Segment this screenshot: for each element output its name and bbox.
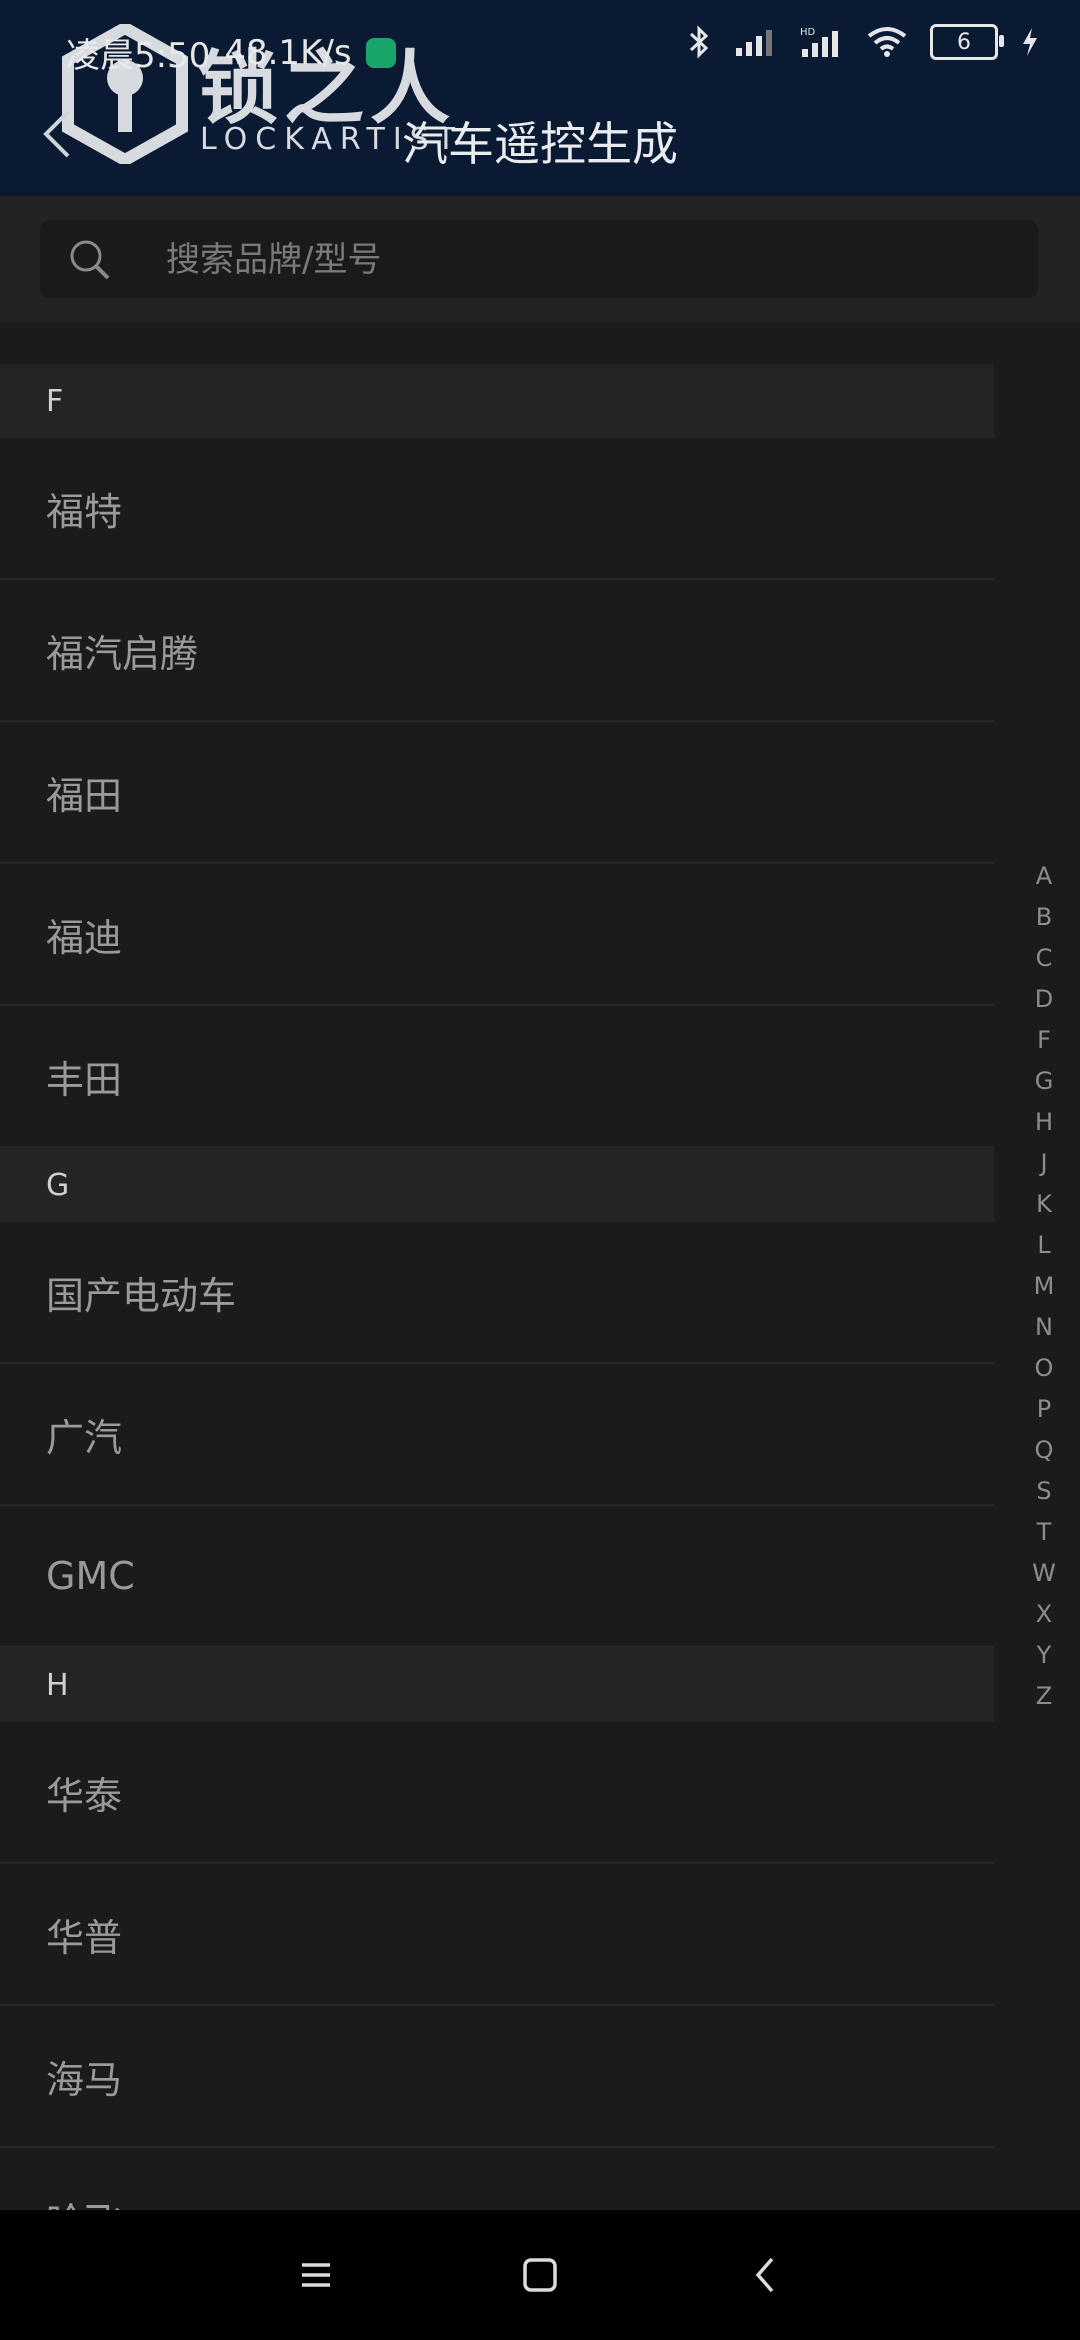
list-item[interactable]: 广汽 [0, 1364, 994, 1506]
index-letter[interactable]: H [1024, 1102, 1064, 1143]
index-letter[interactable]: D [1024, 979, 1064, 1020]
index-letter[interactable]: X [1024, 1594, 1064, 1635]
menu-icon[interactable] [286, 2245, 346, 2305]
index-letter[interactable]: Q [1024, 1430, 1064, 1471]
list-item[interactable]: 国产电动车 [0, 1222, 994, 1364]
list-item[interactable]: 丰田 [0, 1006, 994, 1148]
index-letter[interactable]: F [1024, 1020, 1064, 1061]
list-item[interactable]: 哈飞 [0, 2148, 994, 2211]
index-letter[interactable]: Z [1024, 1676, 1064, 1717]
list-item[interactable]: 华普 [0, 1864, 994, 2006]
index-letter[interactable]: S [1024, 1471, 1064, 1512]
index-letter[interactable]: T [1024, 1512, 1064, 1553]
search-icon [70, 240, 110, 280]
index-letter[interactable]: L [1024, 1225, 1064, 1266]
section-header-f: F [0, 364, 994, 438]
home-icon[interactable] [510, 2245, 570, 2305]
index-letter[interactable]: B [1024, 897, 1064, 938]
index-letter[interactable]: C [1024, 938, 1064, 979]
index-letter[interactable]: Y [1024, 1635, 1064, 1676]
signal-icon [736, 30, 772, 56]
app-header: 凌晨5:50 48.1K/s HD 6 锁之人 LOCKARTIST 汽车遥控生… [0, 0, 1080, 196]
search-bar [0, 196, 1080, 322]
alphabet-index-bar[interactable]: A B C D F G H J K L M N O P Q S T W X Y … [1024, 856, 1064, 1717]
list-item[interactable]: 福汽启腾 [0, 580, 994, 722]
search-input[interactable] [164, 220, 1008, 300]
index-letter[interactable]: K [1024, 1184, 1064, 1225]
signal-hd-icon: HD [800, 27, 838, 57]
index-letter[interactable]: G [1024, 1061, 1064, 1102]
system-nav-bar [0, 2210, 1080, 2340]
index-letter[interactable]: N [1024, 1307, 1064, 1348]
section-header-h: H [0, 1648, 994, 1722]
section-header-g: G [0, 1148, 994, 1222]
index-letter[interactable]: J [1024, 1143, 1064, 1184]
list-item[interactable]: 华泰 [0, 1722, 994, 1864]
list-item[interactable]: 福迪 [0, 864, 994, 1006]
battery-icon: 6 [930, 24, 1004, 60]
list-item[interactable]: 海马 [0, 2006, 994, 2148]
index-letter[interactable]: O [1024, 1348, 1064, 1389]
bluetooth-icon [689, 25, 709, 59]
wifi-icon [867, 27, 907, 57]
svg-text:HD: HD [800, 27, 816, 38]
search-box[interactable] [40, 220, 1038, 300]
charging-icon [1023, 28, 1037, 56]
page-title: 汽车遥控生成 [402, 117, 678, 171]
index-letter[interactable]: W [1024, 1553, 1064, 1594]
list-item[interactable]: GMC [0, 1506, 994, 1648]
back-nav-icon[interactable] [736, 2245, 796, 2305]
index-letter[interactable]: M [1024, 1266, 1064, 1307]
index-letter[interactable]: A [1024, 856, 1064, 897]
battery-level: 6 [957, 29, 971, 55]
index-letter[interactable]: P [1024, 1389, 1064, 1430]
list-item[interactable]: 福田 [0, 722, 994, 864]
brand-list: F 福特 福汽启腾 福田 福迪 丰田 G 国产电动车 广汽 GMC H 华泰 华… [0, 364, 994, 2210]
status-right: HD 6 [686, 24, 1040, 60]
list-item[interactable]: 福特 [0, 438, 994, 580]
